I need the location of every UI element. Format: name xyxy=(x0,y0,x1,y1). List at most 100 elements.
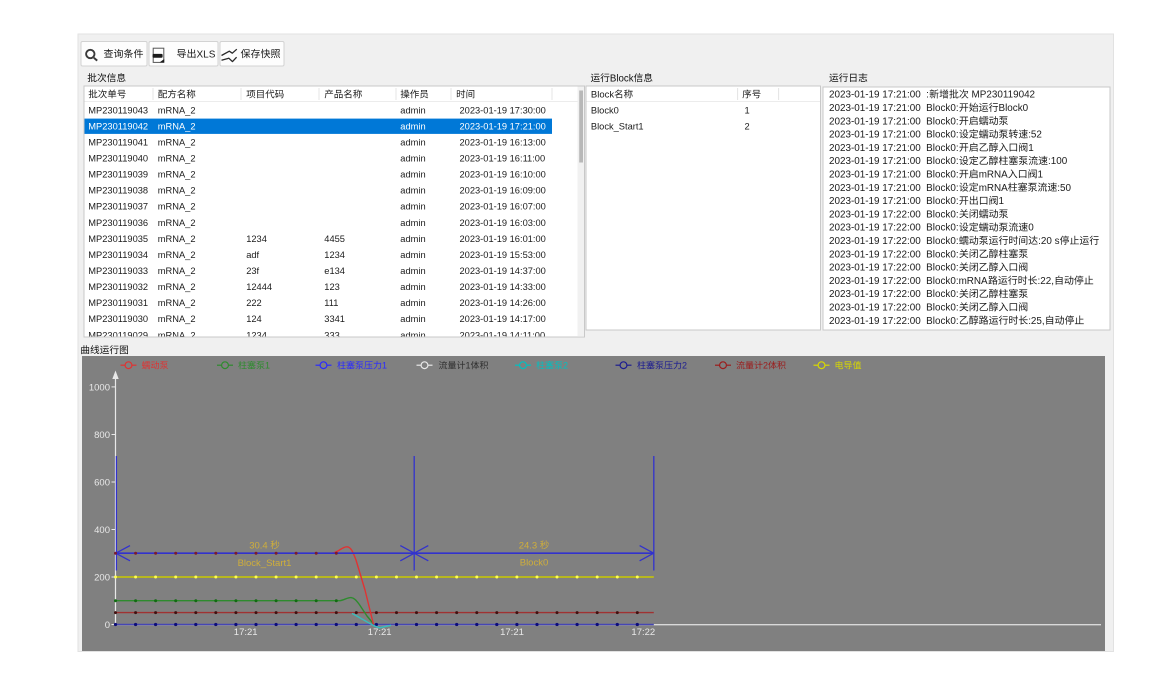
svg-text:2023-01-19 14:17:00: 2023-01-19 14:17:00 xyxy=(460,314,546,324)
svg-text:MP230119042: MP230119042 xyxy=(969,90,1035,101)
svg-text:111: 111 xyxy=(324,298,338,308)
svg-text:mRNA: mRNA xyxy=(979,183,1008,194)
svg-text:1: 1 xyxy=(265,361,270,371)
svg-text:1000: 1000 xyxy=(89,382,110,393)
svg-text:1: 1 xyxy=(466,361,471,371)
svg-text:12444: 12444 xyxy=(246,282,272,292)
svg-text:admin: admin xyxy=(400,202,425,212)
svg-text:2023-01-19 17:22:00 Block0:: 2023-01-19 17:22:00 Block0: xyxy=(829,289,959,300)
svg-text:200: 200 xyxy=(94,572,110,583)
svg-text:2023-01-19 17:21:00 Block0:: 2023-01-19 17:21:00 Block0: xyxy=(829,156,959,167)
svg-text:admin: admin xyxy=(400,298,425,308)
svg-text:222: 222 xyxy=(246,298,262,308)
svg-text::25,: :25, xyxy=(1028,316,1044,327)
svg-text:mRNA_2: mRNA_2 xyxy=(158,314,196,324)
svg-text:admin: admin xyxy=(400,250,425,260)
svg-text:MP230119042: MP230119042 xyxy=(88,121,148,131)
svg-text:mRNA_2: mRNA_2 xyxy=(158,170,196,180)
svg-text:2023-01-19 16:10:00: 2023-01-19 16:10:00 xyxy=(460,170,546,180)
svg-text:Block0: Block0 xyxy=(999,103,1029,114)
svg-text:2023-01-19 17:22:00 Block0:mR: 2023-01-19 17:22:00 Block0:mRNA xyxy=(829,276,988,287)
svg-text:MP230119034: MP230119034 xyxy=(88,250,148,260)
svg-text:2: 2 xyxy=(682,361,687,371)
svg-text:2023-01-19 16:01:00: 2023-01-19 16:01:00 xyxy=(460,234,546,244)
svg-text:1: 1 xyxy=(1028,143,1034,154)
svg-text:MP230119032: MP230119032 xyxy=(88,282,148,292)
svg-text:2023-01-19 16:03:00: 2023-01-19 16:03:00 xyxy=(460,218,546,228)
svg-text:17:21: 17:21 xyxy=(500,627,524,638)
svg-text:2023-01-19 16:09:00: 2023-01-19 16:09:00 xyxy=(460,186,546,196)
svg-text:MP230119039: MP230119039 xyxy=(88,170,148,180)
svg-text:MP230119041: MP230119041 xyxy=(88,137,148,147)
svg-text:mRNA_2: mRNA_2 xyxy=(158,298,196,308)
svg-text:2023-01-19 16:07:00: 2023-01-19 16:07:00 xyxy=(460,202,546,212)
svg-text:adf: adf xyxy=(246,250,259,260)
svg-text:2023-01-19 17:22:00 Block0:: 2023-01-19 17:22:00 Block0: xyxy=(829,263,959,274)
svg-text:mRNA_2: mRNA_2 xyxy=(158,250,196,260)
svg-text:Block0: Block0 xyxy=(520,557,549,568)
svg-text:MP230119043: MP230119043 xyxy=(88,105,148,115)
svg-text:admin: admin xyxy=(400,314,425,324)
svg-text:admin: admin xyxy=(400,266,425,276)
svg-text:1234: 1234 xyxy=(324,250,345,260)
svg-text:Block: Block xyxy=(610,73,634,84)
svg-text:1: 1 xyxy=(382,361,387,371)
svg-text:2: 2 xyxy=(763,361,768,371)
svg-text:400: 400 xyxy=(94,525,110,536)
svg-text:admin: admin xyxy=(400,137,425,147)
svg-text:2023-01-19 17:21:00 :: 2023-01-19 17:21:00 : xyxy=(829,90,929,101)
svg-text:2023-01-19 17:21:00 Block0:: 2023-01-19 17:21:00 Block0: xyxy=(829,196,959,207)
svg-text:e134: e134 xyxy=(324,266,345,276)
svg-text:1: 1 xyxy=(745,105,750,115)
svg-text:2023-01-19 14:26:00: 2023-01-19 14:26:00 xyxy=(460,298,546,308)
svg-text:2023-01-19 17:22:00 Block0:: 2023-01-19 17:22:00 Block0: xyxy=(829,303,959,314)
svg-text:2023-01-19 17:22:00 Block0:: 2023-01-19 17:22:00 Block0: xyxy=(829,236,959,247)
svg-text:2: 2 xyxy=(563,361,568,371)
svg-text:2023-01-19 17:22:00 Block0:: 2023-01-19 17:22:00 Block0: xyxy=(829,249,959,260)
svg-text:17:21: 17:21 xyxy=(234,627,258,638)
svg-text:2023-01-19 17:21:00 Block0:: 2023-01-19 17:21:00 Block0: xyxy=(829,170,959,181)
svg-text:Block_Start1: Block_Start1 xyxy=(238,558,292,569)
svg-text:mRNA_2: mRNA_2 xyxy=(158,282,196,292)
svg-text:MP230119030: MP230119030 xyxy=(88,314,148,324)
svg-text:mRNA: mRNA xyxy=(979,170,1008,181)
svg-text::20 s: :20 s xyxy=(1038,236,1059,247)
svg-text:2023-01-19 17:21:00: 2023-01-19 17:21:00 xyxy=(460,121,546,131)
svg-text:4455: 4455 xyxy=(324,234,345,244)
svg-text:MP230119031: MP230119031 xyxy=(88,298,148,308)
svg-text:2023-01-19 14:33:00: 2023-01-19 14:33:00 xyxy=(460,282,546,292)
svg-text:Block0: Block0 xyxy=(591,105,619,115)
svg-text:MP230119036: MP230119036 xyxy=(88,218,148,228)
svg-text:2023-01-19 17:22:00 Block0:: 2023-01-19 17:22:00 Block0: xyxy=(829,223,959,234)
svg-text::22,: :22, xyxy=(1038,276,1054,287)
svg-text:2023-01-19 16:13:00: 2023-01-19 16:13:00 xyxy=(460,137,546,147)
svg-text:2023-01-19 17:30:00: 2023-01-19 17:30:00 xyxy=(460,105,546,115)
svg-text:1: 1 xyxy=(1038,170,1044,181)
svg-text:mRNA_2: mRNA_2 xyxy=(158,121,196,131)
svg-text:23f: 23f xyxy=(246,266,259,276)
svg-text:17:22: 17:22 xyxy=(631,627,655,638)
svg-text:24.3: 24.3 xyxy=(519,540,540,551)
svg-text:mRNA_2: mRNA_2 xyxy=(158,186,196,196)
svg-text:2023-01-19 17:21:00 Block0:: 2023-01-19 17:21:00 Block0: xyxy=(829,143,959,154)
svg-text:mRNA_2: mRNA_2 xyxy=(158,105,196,115)
svg-text:124: 124 xyxy=(246,314,262,324)
svg-text:2023-01-19 15:53:00: 2023-01-19 15:53:00 xyxy=(460,250,546,260)
svg-text:Block_Start1: Block_Start1 xyxy=(591,121,644,131)
svg-text:Block: Block xyxy=(591,90,614,101)
svg-text:mRNA_2: mRNA_2 xyxy=(158,266,196,276)
svg-text:mRNA_2: mRNA_2 xyxy=(158,218,196,228)
svg-text:XLS: XLS xyxy=(197,49,216,60)
svg-text:1: 1 xyxy=(999,196,1005,207)
svg-text:admin: admin xyxy=(400,234,425,244)
svg-text:mRNA_2: mRNA_2 xyxy=(158,234,196,244)
svg-text:2023-01-19 17:21:00 Block0:: 2023-01-19 17:21:00 Block0: xyxy=(829,183,959,194)
svg-text:mRNA_2: mRNA_2 xyxy=(158,202,196,212)
svg-text:600: 600 xyxy=(94,477,110,488)
svg-text:2023-01-19 17:22:00 Block0:: 2023-01-19 17:22:00 Block0: xyxy=(829,209,959,220)
svg-text:mRNA_2: mRNA_2 xyxy=(158,154,196,164)
svg-text:2023-01-19 16:11:00: 2023-01-19 16:11:00 xyxy=(460,154,546,164)
svg-text:MP230119037: MP230119037 xyxy=(88,202,148,212)
svg-text:30.4: 30.4 xyxy=(249,540,270,551)
svg-text:MP230119033: MP230119033 xyxy=(88,266,148,276)
